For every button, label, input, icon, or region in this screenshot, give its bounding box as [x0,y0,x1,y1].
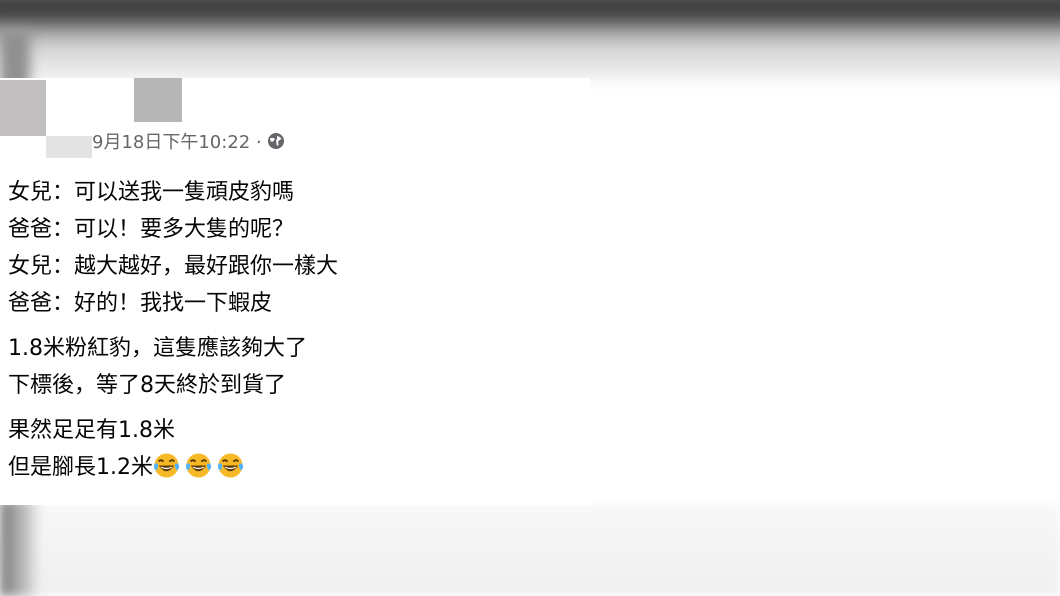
post-timestamp[interactable]: 9月18日下午10:22 · [92,128,262,154]
globe-icon[interactable] [266,131,286,151]
author-name-mosaic[interactable] [134,78,182,122]
post-line: 爸爸：可以！要多大隻的呢？ [8,217,295,242]
post-line: 女兒：越大越好，最好跟你一樣大 [8,254,339,279]
laughing-crying-emoji-icon [153,453,180,478]
blurred-background-dark-band [0,0,1060,20]
screenshot-stage: 9月18日下午10:22 · 女兒：可以送我一隻頑皮豹嗎 爸爸：可以！要多大隻的… [0,0,1060,596]
post-line: 1.8米粉紅豹，這隻應該夠大了 [8,336,307,361]
avatar-mosaic-block [46,78,90,120]
post-line: 爸爸：好的！我找一下蝦皮 [8,291,273,316]
blurred-background-bottom [0,505,1060,596]
post-timestamp-row: 9月18日下午10:22 · [92,128,286,154]
author-name-mosaic-lower [46,136,92,158]
post-line: 果然足足有1.8米 [8,418,175,443]
post-line-text: 但是腳長1.2米 [8,455,153,480]
post-paragraph: 果然足足有1.8米 但是腳長1.2米 [8,412,588,486]
laughing-crying-emoji-icon [185,453,212,478]
blurred-background-bottom-left [0,500,40,596]
post-line: 女兒：可以送我一隻頑皮豹嗎 [8,180,295,205]
post-paragraph: 1.8米粉紅豹，這隻應該夠大了 下標後，等了8天終於到貨了 [8,330,588,404]
avatar[interactable] [0,80,46,136]
post-line-with-emoji: 但是腳長1.2米 [8,449,588,486]
post-paragraph: 女兒：可以送我一隻頑皮豹嗎 爸爸：可以！要多大隻的呢？ 女兒：越大越好，最好跟你… [8,174,588,322]
post-body: 女兒：可以送我一隻頑皮豹嗎 爸爸：可以！要多大隻的呢？ 女兒：越大越好，最好跟你… [8,174,588,494]
facebook-post: 9月18日下午10:22 · 女兒：可以送我一隻頑皮豹嗎 爸爸：可以！要多大隻的… [0,78,590,505]
post-line: 下標後，等了8天終於到貨了 [8,373,286,398]
laughing-crying-emoji-icon [217,453,244,478]
